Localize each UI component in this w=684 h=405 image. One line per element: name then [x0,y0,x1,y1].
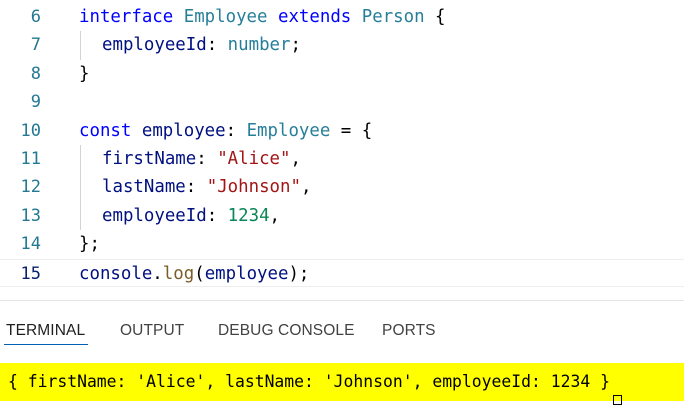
code-token: firstName [102,149,197,169]
tab-output[interactable]: OUTPUT [120,320,184,342]
code-text: const employee: Employee = { [79,117,372,145]
terminal-output-highlight: { firstName: 'Alice', lastName: 'Johnson… [0,363,684,401]
code-token: } [79,63,90,84]
line-number: 14 [20,234,41,255]
code-token: : [196,149,218,169]
code-line[interactable]: 15 console.log(employee); [0,258,684,288]
code-token: { [424,7,446,27]
code-token: : [225,120,247,141]
code-token: }; [79,234,100,255]
code-token: "Johnson" [206,177,301,198]
code-token: "Alice" [217,149,291,169]
code-text: lastName: "Johnson", [102,173,311,201]
line-number: 6 [30,7,41,27]
code-token: , [269,205,281,226]
code-token: lastName [102,177,186,198]
line-number: 15 [20,263,41,284]
code-token: ); [288,263,310,284]
active-tab-indicator [4,344,88,345]
code-token: 1234 [227,205,270,226]
code-token: , [300,177,312,198]
code-token: employee [204,263,289,284]
panel-tab-bar: TERMINAL OUTPUT DEBUG CONSOLE PORTS [0,301,684,359]
code-token: employeeId [102,205,207,226]
code-text: employeeId: number; [102,31,301,59]
code-token: const [79,120,132,141]
indent-guide [80,201,81,231]
line-number: 13 [20,205,41,226]
line-number: 10 [20,120,41,141]
terminal-panel[interactable]: { firstName: 'Alice', lastName: 'Johnson… [0,359,684,402]
code-token: : [206,205,228,226]
code-token: : [206,35,228,56]
code-token: Employee [246,120,331,141]
code-token: employee [141,120,226,141]
code-line[interactable]: 13 employeeId: 1234, [0,201,684,231]
code-token: console [79,263,153,284]
code-text: }; [79,230,100,258]
code-token: interface [79,7,174,27]
code-text: firstName: "Alice", [102,145,301,173]
indent-guide [80,145,81,174]
code-line[interactable]: 8} [0,60,684,88]
tab-terminal[interactable]: TERMINAL [6,320,85,342]
line-number: 8 [30,63,41,84]
code-token: , [290,149,301,169]
code-line[interactable]: 10 const employee: Employee = { [0,117,684,145]
code-token: = { [330,120,373,141]
code-line[interactable]: 11 firstName: "Alice", [0,145,684,174]
line-number: 7 [30,35,41,56]
code-line[interactable]: 7 employeeId: number; [0,31,684,60]
code-token: extends [277,7,352,27]
code-token: Person [361,7,425,27]
line-number: 12 [20,177,41,198]
code-line[interactable]: 6 interface Employee extends Person { [0,3,684,31]
line-number: 11 [20,149,41,169]
code-token: . [152,263,163,284]
code-line[interactable]: 12 lastName: "Johnson", [0,173,684,202]
indent-guide [80,31,81,60]
tab-debug-console[interactable]: DEBUG CONSOLE [218,320,355,342]
code-text: interface Employee extends Person { [79,3,446,31]
code-token: ( [194,263,205,284]
code-token: log [162,263,195,284]
code-text: console.log(employee); [79,260,309,288]
code-token: number [227,35,291,56]
code-editor[interactable]: 6 interface Employee extends Person {7 emp… [0,0,684,300]
code-line[interactable]: 14}; [0,230,684,258]
line-number: 9 [30,92,41,113]
code-token: Employee [183,7,268,27]
code-line[interactable]: 9 [0,88,684,116]
code-token: employeeId [102,35,207,56]
code-text: employeeId: 1234, [102,202,280,230]
code-token: : [185,177,207,198]
indent-guide [80,173,81,202]
code-token: ; [290,35,301,56]
tab-ports[interactable]: PORTS [382,320,436,342]
code-text: } [79,60,89,88]
terminal-output-line: { firstName: 'Alice', lastName: 'Johnson… [8,372,610,391]
terminal-cursor [613,395,622,405]
